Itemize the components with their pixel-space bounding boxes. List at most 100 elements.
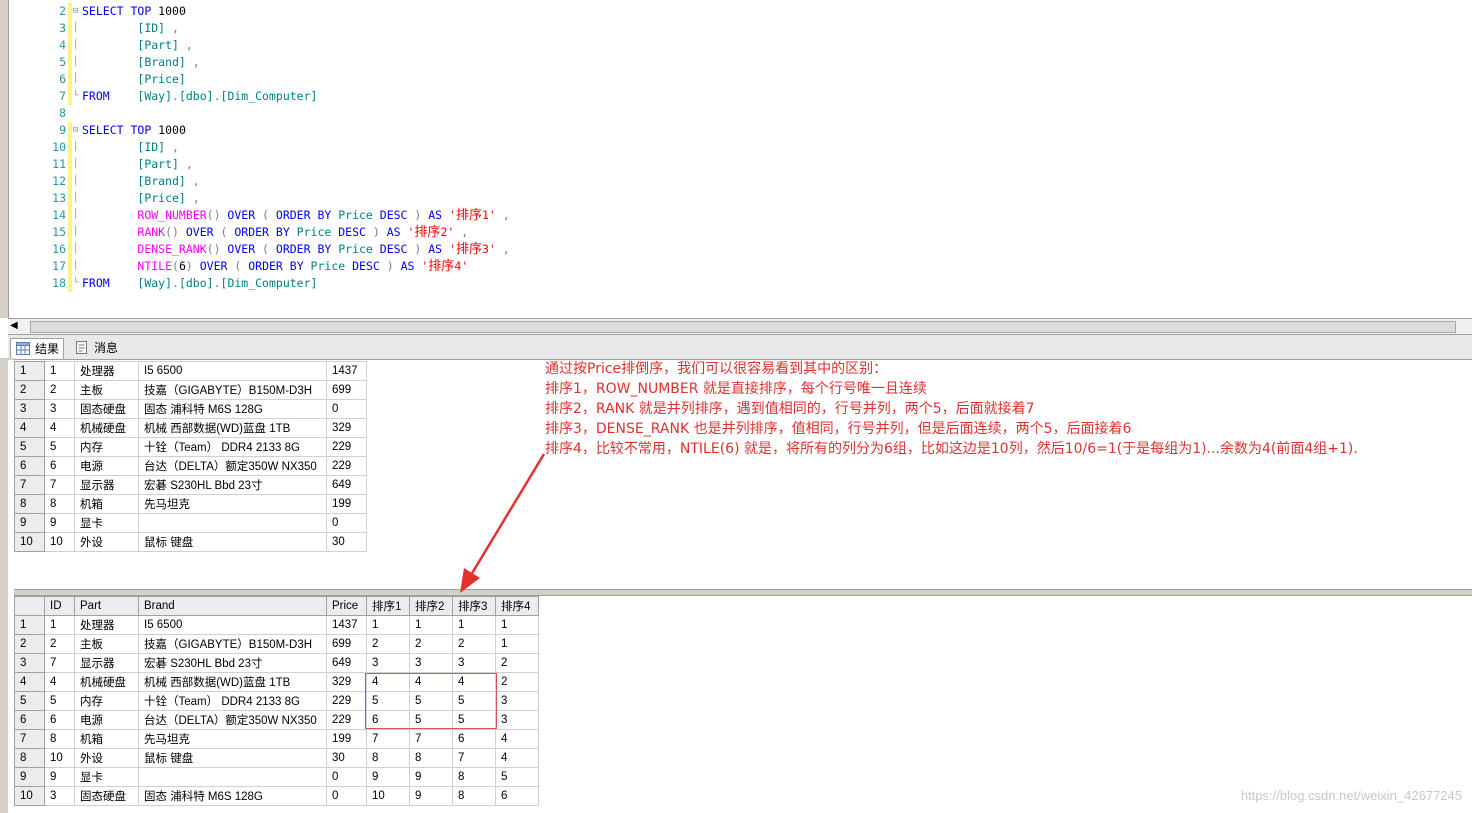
table-cell[interactable]: 229 xyxy=(326,437,367,457)
table-cell[interactable]: 9 xyxy=(366,767,410,787)
row-number-cell[interactable]: 8 xyxy=(14,494,45,514)
table-cell[interactable]: 内存 xyxy=(74,437,139,457)
scroll-left-icon[interactable]: ◀ xyxy=(10,320,18,331)
table-row[interactable]: 7 8 机箱 先马坦克 199 7 7 6 4 xyxy=(14,729,539,749)
scrollbar-thumb[interactable] xyxy=(30,321,1456,333)
row-number-cell[interactable]: 9 xyxy=(14,513,45,533)
table-cell[interactable]: 3 xyxy=(452,653,496,673)
table-cell[interactable]: 显示器 xyxy=(74,653,139,673)
table-row[interactable]: 1 1 处理器 I5 6500 1437 xyxy=(14,361,367,381)
table-cell[interactable]: 0 xyxy=(326,786,367,806)
row-number-cell[interactable]: 4 xyxy=(14,418,45,438)
table-cell[interactable]: 鼠标 键盘 xyxy=(138,748,327,768)
table-cell[interactable]: 机械 西部数据(WD)蓝盘 1TB xyxy=(138,672,327,692)
row-number-cell[interactable]: 5 xyxy=(14,437,45,457)
table-cell[interactable]: 1 xyxy=(409,615,453,635)
table-cell[interactable]: 固态硬盘 xyxy=(74,399,139,419)
table-cell[interactable]: 技嘉（GIGABYTE）B150M-D3H xyxy=(138,380,327,400)
table-cell[interactable]: 2 xyxy=(44,634,75,654)
table-cell[interactable]: 10 xyxy=(366,786,410,806)
row-number-cell[interactable]: 7 xyxy=(14,729,45,749)
column-header[interactable]: 排序3 xyxy=(452,596,496,616)
table-cell[interactable]: 229 xyxy=(326,691,367,711)
table-cell[interactable]: 649 xyxy=(326,475,367,495)
table-row[interactable]: 3 3 固态硬盘 固态 浦科特 M6S 128G 0 xyxy=(14,399,367,419)
table-row[interactable]: 8 8 机箱 先马坦克 199 xyxy=(14,494,367,514)
column-header[interactable]: Price xyxy=(326,596,367,616)
column-header[interactable]: 排序2 xyxy=(409,596,453,616)
table-cell[interactable]: 2 xyxy=(495,672,539,692)
table-cell[interactable]: 7 xyxy=(44,653,75,673)
table-cell[interactable]: 1 xyxy=(44,361,75,381)
table-cell[interactable]: 2 xyxy=(366,634,410,654)
table-cell[interactable]: 4 xyxy=(495,729,539,749)
table-cell[interactable]: 显卡 xyxy=(74,513,139,533)
table-cell[interactable]: 0 xyxy=(326,513,367,533)
column-header[interactable] xyxy=(14,596,45,616)
collapse-icon[interactable]: ⊟ xyxy=(73,3,79,20)
table-row[interactable]: 10 10 外设 鼠标 键盘 30 xyxy=(14,532,367,552)
row-number-cell[interactable]: 6 xyxy=(14,456,45,476)
table-cell[interactable]: 1 xyxy=(366,615,410,635)
table-cell[interactable]: 5 xyxy=(495,767,539,787)
sql-editor[interactable]: 2 ⊟ SELECT TOP 1000 3 │ [ID] , 4 │ [Part] , 5 │ … xyxy=(0,0,1472,318)
table-row[interactable]: 6 6 电源 台达（DELTA）额定350W NX350 229 xyxy=(14,456,367,476)
table-cell[interactable]: 199 xyxy=(326,494,367,514)
table-cell[interactable]: 机械 西部数据(WD)蓝盘 1TB xyxy=(138,418,327,438)
table-cell[interactable]: 7 xyxy=(44,475,75,495)
table-cell[interactable]: 699 xyxy=(326,380,367,400)
table-row[interactable]: 1 1 处理器 I5 6500 1437 1 1 1 1 xyxy=(14,615,539,635)
table-cell[interactable]: 十铨（Team） DDR4 2133 8G xyxy=(138,437,327,457)
table-cell[interactable]: 固态 浦科特 M6S 128G xyxy=(138,399,327,419)
table-cell[interactable]: 8 xyxy=(452,786,496,806)
table-cell[interactable]: 十铨（Team） DDR4 2133 8G xyxy=(138,691,327,711)
table-cell[interactable]: 固态硬盘 xyxy=(74,786,139,806)
table-cell[interactable]: 6 xyxy=(44,710,75,730)
row-number-cell[interactable]: 1 xyxy=(14,361,45,381)
table-cell[interactable]: 主板 xyxy=(74,634,139,654)
table-cell[interactable]: 机箱 xyxy=(74,729,139,749)
column-header[interactable]: 排序4 xyxy=(495,596,539,616)
table-cell[interactable]: 1437 xyxy=(326,615,367,635)
table-row[interactable]: 9 9 显卡 0 9 9 8 5 xyxy=(14,767,539,787)
table-cell[interactable]: 机械硬盘 xyxy=(74,672,139,692)
table-cell[interactable]: 鼠标 键盘 xyxy=(138,532,327,552)
table-cell[interactable]: 8 xyxy=(44,729,75,749)
table-cell[interactable]: 10 xyxy=(44,748,75,768)
table-cell[interactable]: 处理器 xyxy=(74,615,139,635)
table-cell[interactable]: 1 xyxy=(495,634,539,654)
row-number-cell[interactable]: 6 xyxy=(14,710,45,730)
table-cell[interactable]: 3 xyxy=(366,653,410,673)
table-cell[interactable]: 10 xyxy=(44,532,75,552)
table-cell[interactable]: 3 xyxy=(409,653,453,673)
row-number-cell[interactable]: 3 xyxy=(14,653,45,673)
table-row[interactable]: 5 5 内存 十铨（Team） DDR4 2133 8G 229 xyxy=(14,437,367,457)
table-cell[interactable]: I5 6500 xyxy=(138,615,327,635)
table-cell[interactable]: 0 xyxy=(326,399,367,419)
table-cell[interactable]: 329 xyxy=(326,418,367,438)
table-cell[interactable]: 0 xyxy=(326,767,367,787)
table-cell[interactable]: 199 xyxy=(326,729,367,749)
table-row[interactable]: 8 10 外设 鼠标 键盘 30 8 8 7 4 xyxy=(14,748,539,768)
table-cell[interactable]: 9 xyxy=(44,513,75,533)
row-number-cell[interactable]: 8 xyxy=(14,748,45,768)
table-cell[interactable]: 7 xyxy=(409,729,453,749)
table-cell[interactable]: 8 xyxy=(366,748,410,768)
table-row[interactable]: 9 9 显卡 0 xyxy=(14,513,367,533)
table-cell[interactable]: 699 xyxy=(326,634,367,654)
row-number-cell[interactable]: 2 xyxy=(14,380,45,400)
column-header[interactable]: ID xyxy=(44,596,75,616)
table-cell[interactable]: 3 xyxy=(495,710,539,730)
table-cell[interactable]: 主板 xyxy=(74,380,139,400)
row-number-cell[interactable]: 10 xyxy=(14,786,45,806)
table-cell[interactable]: 宏碁 S230HL Bbd 23寸 xyxy=(138,475,327,495)
table-cell[interactable]: 4 xyxy=(495,748,539,768)
grid-splitter[interactable] xyxy=(14,589,1472,596)
table-cell[interactable]: 4 xyxy=(44,672,75,692)
column-header[interactable]: Brand xyxy=(138,596,327,616)
table-cell[interactable]: 4 xyxy=(44,418,75,438)
tab-messages[interactable]: 消息 xyxy=(70,338,122,358)
table-row[interactable]: 4 4 机械硬盘 机械 西部数据(WD)蓝盘 1TB 329 xyxy=(14,418,367,438)
table-cell[interactable]: 649 xyxy=(326,653,367,673)
table-cell[interactable]: 3 xyxy=(44,786,75,806)
